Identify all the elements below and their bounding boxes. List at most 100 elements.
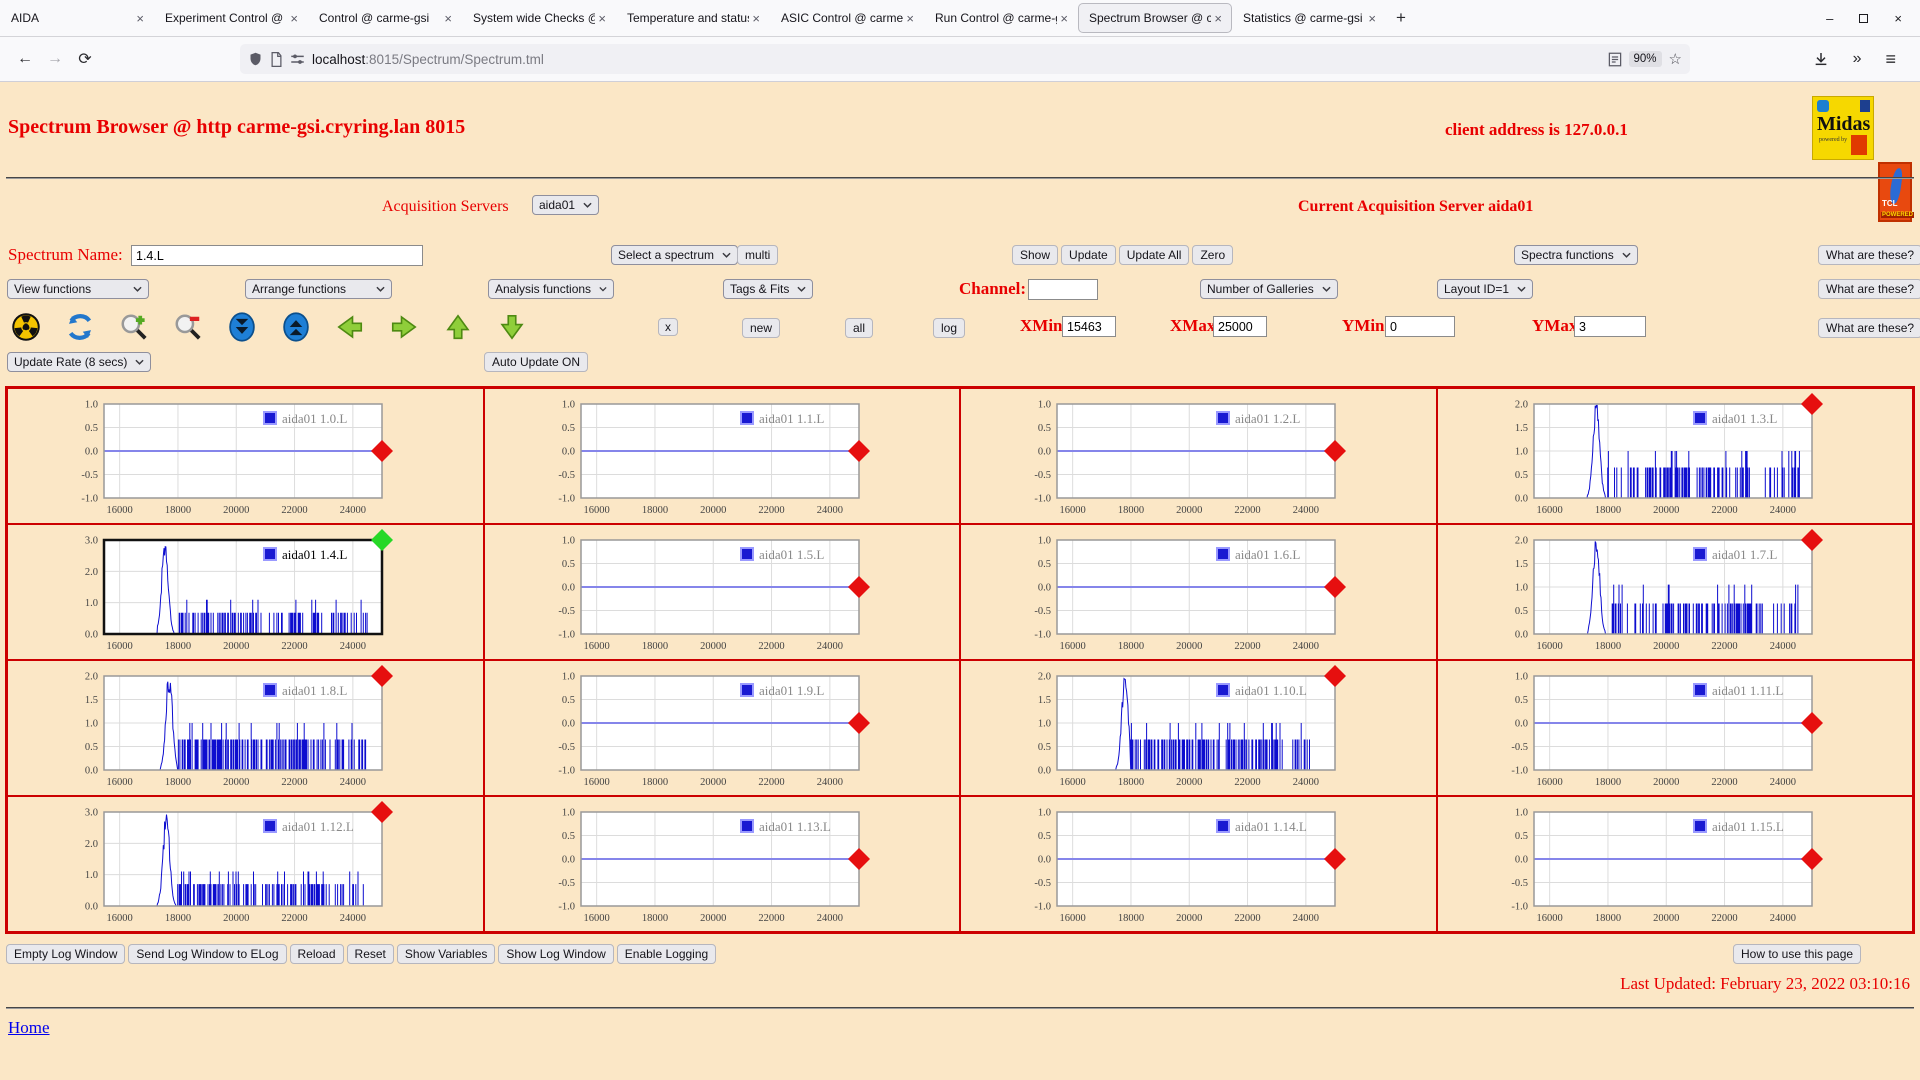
zoom-out-icon[interactable] bbox=[173, 312, 203, 342]
new-button[interactable]: new bbox=[742, 318, 780, 338]
close-icon[interactable]: × bbox=[1894, 12, 1902, 25]
tab-close-icon[interactable]: × bbox=[441, 11, 455, 26]
tcl-powered-logo[interactable]: TCL POWERED bbox=[1878, 162, 1912, 222]
zoom-level-badge[interactable]: 90% bbox=[1629, 51, 1662, 67]
browser-tab-2[interactable]: Control @ carme-gsi× bbox=[309, 4, 461, 32]
how-to-use-button[interactable]: How to use this page bbox=[1733, 944, 1861, 964]
footer-button-enable-logging[interactable]: Enable Logging bbox=[617, 944, 716, 964]
spectrum-cell-aida01-1-9-L[interactable]: 1.00.50.0-0.5-1.016000180002000022000240… bbox=[484, 660, 961, 796]
overflow-menu-icon[interactable]: » bbox=[1853, 50, 1862, 68]
spectrum-plot[interactable]: 2.01.51.00.50.01600018000200002200024000… bbox=[1444, 528, 1906, 662]
reload-icon[interactable]: ⟳ bbox=[70, 44, 100, 74]
layout-id-select[interactable]: Layout ID=1 bbox=[1437, 279, 1533, 299]
spectrum-plot[interactable]: 1.00.50.0-0.5-1.016000180002000022000240… bbox=[491, 800, 953, 934]
tab-close-icon[interactable]: × bbox=[133, 11, 147, 26]
spectrum-plot[interactable]: 1.00.50.0-0.5-1.016000180002000022000240… bbox=[491, 392, 953, 526]
home-link[interactable]: Home bbox=[8, 1018, 50, 1038]
spectrum-cell-aida01-1-11-L[interactable]: 1.00.50.0-0.5-1.016000180002000022000240… bbox=[1437, 660, 1914, 796]
action-button-zero[interactable]: Zero bbox=[1192, 245, 1233, 265]
spectrum-plot[interactable]: 1.00.50.0-0.5-1.016000180002000022000240… bbox=[491, 664, 953, 798]
refresh-icon[interactable] bbox=[65, 312, 95, 342]
number-of-galleries-select[interactable]: Number of Galleries bbox=[1200, 279, 1338, 299]
radiation-icon[interactable] bbox=[11, 312, 41, 342]
footer-button-reload[interactable]: Reload bbox=[290, 944, 344, 964]
tab-close-icon[interactable]: × bbox=[287, 11, 301, 26]
auto-update-button[interactable]: Auto Update ON bbox=[484, 352, 588, 372]
browser-tab-5[interactable]: ASIC Control @ carme-g× bbox=[771, 4, 923, 32]
spectrum-cell-aida01-1-5-L[interactable]: 1.00.50.0-0.5-1.016000180002000022000240… bbox=[484, 524, 961, 660]
spectra-functions-select[interactable]: Spectra functions bbox=[1514, 245, 1638, 265]
url-bar[interactable]: localhost:8015/Spectrum/Spectrum.tml 90%… bbox=[240, 44, 1690, 74]
update-rate-select[interactable]: Update Rate (8 secs) bbox=[7, 352, 151, 372]
forward-icon[interactable]: → bbox=[40, 44, 70, 74]
spectrum-cell-aida01-1-3-L[interactable]: 2.01.51.00.50.01600018000200002200024000… bbox=[1437, 388, 1914, 524]
spectrum-cell-aida01-1-0-L[interactable]: 1.00.50.0-0.5-1.016000180002000022000240… bbox=[7, 388, 484, 524]
spectrum-cell-aida01-1-7-L[interactable]: 2.01.51.00.50.01600018000200002200024000… bbox=[1437, 524, 1914, 660]
browser-tab-8[interactable]: Statistics @ carme-gsi× bbox=[1233, 4, 1385, 32]
action-button-update-all[interactable]: Update All bbox=[1119, 245, 1190, 265]
multi-button[interactable]: multi bbox=[737, 245, 778, 265]
all-button[interactable]: all bbox=[845, 318, 873, 338]
spectrum-cell-aida01-1-4-L[interactable]: 3.02.01.00.01600018000200002200024000aid… bbox=[7, 524, 484, 660]
browser-tab-7[interactable]: Spectrum Browser @ ca× bbox=[1079, 4, 1231, 32]
expand-y-icon[interactable] bbox=[281, 312, 311, 342]
spectrum-plot[interactable]: 1.00.50.0-0.5-1.016000180002000022000240… bbox=[491, 528, 953, 662]
collapse-y-icon[interactable] bbox=[227, 312, 257, 342]
spectrum-plot[interactable]: 2.01.51.00.50.01600018000200002200024000… bbox=[967, 664, 1429, 798]
spectrum-plot[interactable]: 3.02.01.00.01600018000200002200024000aid… bbox=[14, 528, 476, 662]
footer-button-empty-log-window[interactable]: Empty Log Window bbox=[6, 944, 125, 964]
shift-down-icon[interactable] bbox=[497, 312, 527, 342]
bookmark-star-icon[interactable]: ☆ bbox=[1669, 50, 1682, 68]
midas-logo[interactable]: Midas powered by bbox=[1812, 96, 1874, 160]
footer-button-reset[interactable]: Reset bbox=[347, 944, 394, 964]
maximize-icon[interactable] bbox=[1859, 14, 1868, 23]
what-are-these-button-1[interactable]: What are these? bbox=[1818, 245, 1920, 265]
zoom-in-icon[interactable] bbox=[119, 312, 149, 342]
new-tab-button[interactable]: + bbox=[1386, 0, 1416, 36]
x-scale-button[interactable]: x bbox=[658, 318, 678, 336]
spectrum-plot[interactable]: 2.01.51.00.50.01600018000200002200024000… bbox=[14, 664, 476, 798]
spectrum-cell-aida01-1-10-L[interactable]: 2.01.51.00.50.01600018000200002200024000… bbox=[960, 660, 1437, 796]
tab-close-icon[interactable]: × bbox=[1211, 11, 1225, 26]
spectrum-cell-aida01-1-12-L[interactable]: 3.02.01.00.01600018000200002200024000aid… bbox=[7, 796, 484, 932]
browser-tab-4[interactable]: Temperature and status× bbox=[617, 4, 769, 32]
action-button-update[interactable]: Update bbox=[1061, 245, 1116, 265]
what-are-these-button-3[interactable]: What are these? bbox=[1818, 318, 1920, 338]
spectrum-plot[interactable]: 1.00.50.0-0.5-1.016000180002000022000240… bbox=[14, 392, 476, 526]
select-a-spectrum-select[interactable]: Select a spectrum bbox=[611, 245, 738, 265]
spectrum-plot[interactable]: 1.00.50.0-0.5-1.016000180002000022000240… bbox=[967, 392, 1429, 526]
browser-tab-6[interactable]: Run Control @ carme-gs× bbox=[925, 4, 1077, 32]
footer-button-send-log-window-to-elog[interactable]: Send Log Window to ELog bbox=[128, 944, 286, 964]
spectrum-plot[interactable]: 1.00.50.0-0.5-1.016000180002000022000240… bbox=[1444, 664, 1906, 798]
tags-fits-select[interactable]: Tags & Fits bbox=[723, 279, 813, 299]
spectrum-plot[interactable]: 1.00.50.0-0.5-1.016000180002000022000240… bbox=[967, 800, 1429, 934]
tab-close-icon[interactable]: × bbox=[903, 11, 917, 26]
download-icon[interactable] bbox=[1813, 51, 1829, 67]
xmin-input[interactable] bbox=[1062, 316, 1116, 337]
spectrum-cell-aida01-1-1-L[interactable]: 1.00.50.0-0.5-1.016000180002000022000240… bbox=[484, 388, 961, 524]
ymin-input[interactable] bbox=[1385, 316, 1455, 337]
spectrum-plot[interactable]: 1.00.50.0-0.5-1.016000180002000022000240… bbox=[967, 528, 1429, 662]
footer-button-show-log-window[interactable]: Show Log Window bbox=[498, 944, 613, 964]
log-button[interactable]: log bbox=[933, 318, 965, 338]
spectrum-plot[interactable]: 2.01.51.00.50.01600018000200002200024000… bbox=[1444, 392, 1906, 526]
page-info-icon[interactable] bbox=[270, 52, 283, 67]
url-text[interactable]: localhost:8015/Spectrum/Spectrum.tml bbox=[312, 52, 1601, 67]
spectrum-cell-aida01-1-2-L[interactable]: 1.00.50.0-0.5-1.016000180002000022000240… bbox=[960, 388, 1437, 524]
spectrum-cell-aida01-1-8-L[interactable]: 2.01.51.00.50.01600018000200002200024000… bbox=[7, 660, 484, 796]
spectrum-cell-aida01-1-13-L[interactable]: 1.00.50.0-0.5-1.016000180002000022000240… bbox=[484, 796, 961, 932]
browser-tab-1[interactable]: Experiment Control @ c× bbox=[155, 4, 307, 32]
acquisition-server-select[interactable]: aida01 bbox=[532, 195, 599, 215]
arrange-functions-select[interactable]: Arrange functions bbox=[245, 279, 392, 299]
browser-tab-3[interactable]: System wide Checks @ c× bbox=[463, 4, 615, 32]
xmax-input[interactable] bbox=[1213, 316, 1267, 337]
app-menu-icon[interactable]: ≡ bbox=[1885, 49, 1896, 70]
minimize-icon[interactable]: – bbox=[1826, 12, 1833, 25]
spectrum-cell-aida01-1-14-L[interactable]: 1.00.50.0-0.5-1.016000180002000022000240… bbox=[960, 796, 1437, 932]
shift-left-icon[interactable] bbox=[335, 312, 365, 342]
tab-close-icon[interactable]: × bbox=[749, 11, 763, 26]
spectrum-plot[interactable]: 3.02.01.00.01600018000200002200024000aid… bbox=[14, 800, 476, 934]
shield-icon[interactable] bbox=[248, 51, 263, 67]
permissions-icon[interactable] bbox=[290, 53, 305, 66]
tab-close-icon[interactable]: × bbox=[595, 11, 609, 26]
